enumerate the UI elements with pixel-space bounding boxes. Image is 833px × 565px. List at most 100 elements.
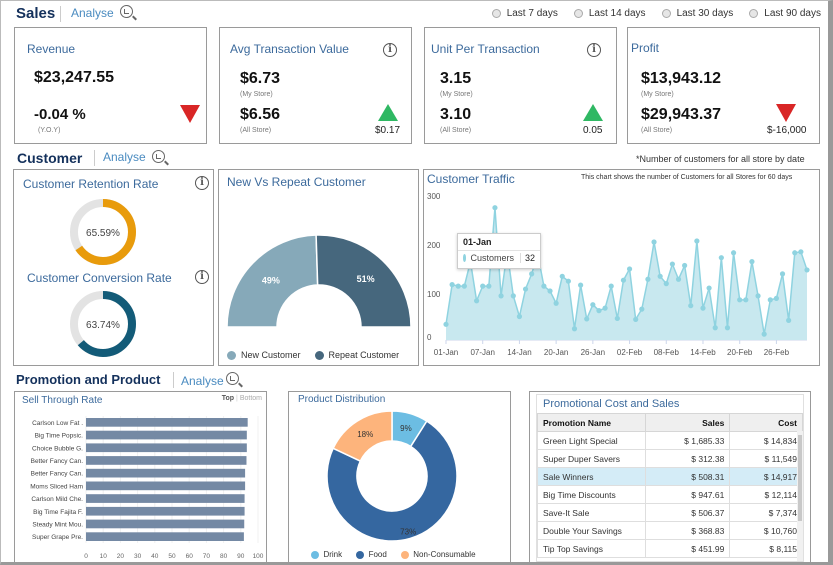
data-point[interactable] — [786, 317, 792, 323]
bar[interactable] — [86, 430, 247, 440]
filter-last-14-days[interactable]: Last 14 days — [573, 8, 646, 19]
data-point[interactable] — [639, 306, 645, 312]
filter-last-7-days[interactable]: Last 7 days — [491, 8, 558, 19]
data-point[interactable] — [694, 238, 700, 244]
bar[interactable] — [86, 519, 245, 529]
data-point[interactable] — [565, 278, 571, 284]
data-point[interactable] — [633, 316, 639, 323]
data-point[interactable] — [492, 205, 498, 211]
data-point[interactable] — [645, 276, 651, 282]
bar[interactable] — [86, 418, 248, 427]
data-point[interactable] — [767, 297, 773, 303]
data-point[interactable] — [596, 308, 602, 314]
column-header[interactable]: Sales — [644, 413, 731, 432]
data-point[interactable] — [498, 293, 504, 299]
table-row[interactable]: Save-It Sale $ 506.37 $ 7,374 — [537, 503, 803, 522]
data-point[interactable] — [792, 250, 798, 256]
data-point[interactable] — [700, 305, 706, 311]
data-point[interactable] — [461, 283, 467, 289]
data-point[interactable] — [443, 321, 449, 327]
table-row[interactable]: Double Your Savings $ 368.83 $ 10,760 — [537, 521, 803, 540]
data-point[interactable] — [743, 297, 749, 303]
data-point[interactable] — [706, 285, 712, 291]
data-point[interactable] — [578, 282, 584, 288]
data-point[interactable] — [730, 250, 737, 256]
radio-icon[interactable] — [661, 9, 671, 18]
data-point[interactable] — [486, 283, 492, 289]
data-point[interactable] — [571, 326, 578, 332]
data-point[interactable] — [669, 261, 675, 267]
bar[interactable] — [86, 532, 244, 541]
data-point[interactable] — [559, 273, 565, 279]
data-point[interactable] — [761, 331, 767, 337]
data-point[interactable] — [584, 316, 590, 322]
data-point[interactable] — [663, 281, 669, 287]
data-point[interactable] — [749, 259, 755, 265]
data-point[interactable] — [455, 283, 461, 289]
legend-item[interactable]: Drink — [311, 550, 342, 559]
scrollbar-thumb[interactable] — [798, 435, 802, 521]
data-point[interactable] — [712, 325, 718, 331]
data-point[interactable] — [553, 300, 559, 306]
data-point[interactable] — [480, 283, 486, 289]
sales-analyse-link[interactable]: Analyse — [71, 6, 114, 20]
bar[interactable] — [86, 481, 246, 491]
data-point[interactable] — [541, 283, 547, 289]
data-point[interactable] — [547, 288, 553, 294]
data-point[interactable] — [798, 249, 804, 255]
info-icon[interactable]: i — [195, 176, 209, 190]
table-row[interactable]: Super Duper Savers $ 312.38 $ 11,549 — [537, 449, 803, 468]
filter-last-90-days[interactable]: Last 90 days — [749, 8, 821, 19]
data-point[interactable] — [516, 313, 523, 320]
scrollbar-track[interactable] — [797, 431, 803, 561]
legend-item[interactable]: Non-Consumable — [400, 550, 476, 559]
data-point[interactable] — [737, 297, 743, 303]
analyse-magnifier-icon[interactable] — [120, 5, 133, 18]
legend-item-new[interactable]: New Customer — [227, 350, 301, 361]
toggle-bottom[interactable]: Bottom — [240, 395, 262, 402]
toggle-top[interactable]: Top — [222, 395, 234, 402]
data-point[interactable] — [473, 298, 480, 304]
data-point[interactable] — [682, 262, 688, 269]
legend-item-repeat[interactable]: Repeat Customer — [314, 350, 399, 361]
radio-icon[interactable] — [573, 9, 583, 18]
info-icon[interactable]: i — [195, 270, 209, 284]
filter-last-30-days[interactable]: Last 30 days — [661, 8, 733, 19]
data-point[interactable] — [522, 286, 529, 292]
data-point[interactable] — [779, 271, 786, 277]
data-point[interactable] — [590, 302, 596, 308]
data-point[interactable] — [602, 305, 608, 311]
data-point[interactable] — [620, 277, 627, 283]
customer-analyse-link[interactable]: Analyse — [103, 150, 146, 164]
bar[interactable] — [86, 494, 245, 503]
data-point[interactable] — [529, 271, 535, 277]
info-icon[interactable]: i — [587, 43, 601, 57]
table-row[interactable]: Green Light Special $ 1,685.33 $ 14,834 — [537, 431, 803, 450]
bar[interactable] — [86, 456, 247, 465]
data-point[interactable] — [675, 276, 682, 282]
data-point[interactable] — [614, 315, 620, 322]
data-point[interactable] — [626, 266, 633, 272]
analyse-magnifier-icon[interactable] — [152, 150, 165, 163]
table-row[interactable]: Sale Winners $ 508.31 $ 14,917 — [537, 467, 803, 486]
column-header[interactable]: Promotion Name — [537, 413, 646, 432]
table-row[interactable]: Big Time Discounts $ 947.61 $ 12,114 — [537, 485, 803, 504]
bar[interactable] — [86, 506, 245, 516]
info-icon[interactable]: i — [383, 43, 397, 57]
data-point[interactable] — [718, 255, 724, 261]
data-point[interactable] — [755, 293, 761, 299]
analyse-magnifier-icon[interactable] — [226, 372, 239, 385]
data-point[interactable] — [773, 295, 780, 301]
bar[interactable] — [86, 468, 246, 478]
data-point[interactable] — [510, 293, 516, 299]
data-point[interactable] — [651, 239, 657, 245]
data-point[interactable] — [804, 267, 810, 273]
table-row[interactable]: Tip Top Savings $ 451.99 $ 8,115 — [537, 539, 803, 558]
column-header[interactable]: Cost — [729, 413, 803, 432]
promotion-analyse-link[interactable]: Analyse — [181, 374, 224, 388]
bar[interactable] — [86, 443, 247, 453]
data-point[interactable] — [657, 273, 663, 279]
data-point[interactable] — [449, 282, 455, 288]
data-point[interactable] — [688, 303, 694, 309]
legend-item[interactable]: Food — [356, 550, 387, 559]
